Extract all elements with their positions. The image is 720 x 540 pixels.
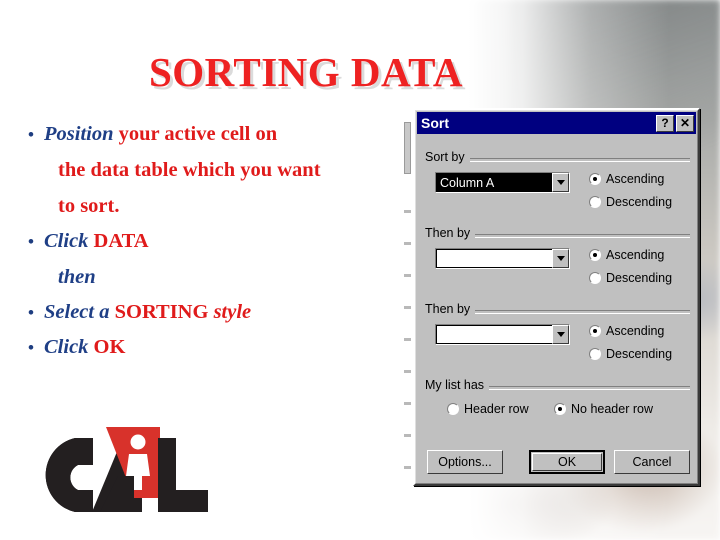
- radio-label: Ascending: [606, 172, 665, 186]
- ok-button-label: OK: [532, 453, 602, 471]
- bullet-list: • Position your active cell on the data …: [18, 117, 438, 365]
- scrollbar-remnant[interactable]: [404, 122, 411, 480]
- group-label: Then by: [425, 226, 476, 240]
- ok-button[interactable]: OK: [529, 450, 605, 474]
- group-then-by-2: Then by Ascending Descending: [425, 302, 690, 364]
- group-label: My list has: [425, 378, 490, 392]
- radio-indicator: [589, 173, 601, 185]
- group-then-by-1: Then by Ascending Descending: [425, 226, 690, 288]
- ruler-tick: [404, 402, 411, 405]
- radio-label: Descending: [606, 271, 673, 285]
- continuation-line: then: [58, 266, 96, 288]
- close-icon[interactable]: ✕: [676, 114, 694, 132]
- then-by-2-combo[interactable]: [435, 324, 570, 345]
- radio-indicator: [589, 249, 601, 261]
- list-item: • Select a SORTING style: [18, 295, 438, 330]
- chevron-down-icon[interactable]: [552, 249, 569, 268]
- radio-indicator: [589, 325, 601, 337]
- bullet-rest: your active cell on: [113, 123, 278, 145]
- bullet-rest: OK: [88, 336, 126, 358]
- radio-label: Header row: [464, 402, 529, 416]
- then-by-1-combo-value: [436, 249, 552, 268]
- cancel-button[interactable]: Cancel: [614, 450, 690, 474]
- ruler-tick: [404, 242, 411, 245]
- page-title: SORTING DATA: [148, 49, 463, 95]
- bullet-tail: style: [208, 301, 252, 323]
- bullet-text: Click OK: [44, 330, 438, 365]
- chevron-down-icon[interactable]: [552, 173, 569, 192]
- radio-label: Descending: [606, 347, 673, 361]
- bullet-glyph: •: [28, 338, 34, 357]
- cancel-button-label: Cancel: [632, 455, 672, 469]
- ruler-tick: [404, 466, 411, 469]
- then-by-1-ascending-radio[interactable]: Ascending: [589, 248, 664, 262]
- radio-label: No header row: [571, 402, 653, 416]
- options-button-label: Options...: [438, 455, 492, 469]
- ruler-tick: [404, 210, 411, 213]
- sort-by-descending-radio[interactable]: Descending: [589, 195, 672, 209]
- bullet-text: Select a SORTING style: [44, 295, 438, 330]
- bullet-rest: SORTING: [109, 301, 209, 323]
- list-item: • Click OK: [18, 330, 438, 365]
- help-icon[interactable]: ?: [656, 114, 674, 132]
- sort-by-ascending-radio[interactable]: Ascending: [589, 172, 664, 186]
- then-by-1-descending-radio[interactable]: Descending: [589, 271, 672, 285]
- list-item: • Click DATA: [18, 224, 438, 259]
- sort-by-combo-value: Column A: [436, 173, 552, 192]
- options-button[interactable]: Options...: [427, 450, 503, 474]
- bullet-glyph: •: [28, 303, 34, 322]
- radio-label: Ascending: [606, 324, 665, 338]
- ruler-tick: [404, 338, 411, 341]
- then-by-1-combo[interactable]: [435, 248, 570, 269]
- continuation-line: to sort.: [58, 195, 120, 217]
- header-row-radio[interactable]: Header row: [447, 402, 529, 416]
- sort-by-combo[interactable]: Column A: [435, 172, 570, 193]
- dialog-title: Sort: [421, 115, 449, 131]
- bullet-rest: DATA: [88, 230, 149, 252]
- bullet-glyph: •: [28, 125, 34, 144]
- scrollbar-thumb[interactable]: [404, 122, 411, 174]
- bullet-text: Position your active cell on: [44, 117, 438, 152]
- slide-canvas: SORTING DATA • Position your active cell…: [0, 0, 720, 540]
- bullet-lead: Click: [44, 336, 89, 358]
- bullet-text: Click DATA: [44, 224, 438, 259]
- radio-indicator: [589, 272, 601, 284]
- group-sort-by: Sort by Column A Ascending Descending: [425, 150, 690, 212]
- chevron-down-icon[interactable]: [552, 325, 569, 344]
- radio-indicator: [554, 403, 566, 415]
- radio-indicator: [447, 403, 459, 415]
- bullet-lead: Click: [44, 230, 89, 252]
- group-label: Then by: [425, 302, 476, 316]
- then-by-2-combo-value: [436, 325, 552, 344]
- cal-logo: [30, 420, 230, 520]
- continuation-line: the data table which you want: [58, 159, 321, 181]
- ruler-tick: [404, 274, 411, 277]
- bullet-lead: Position: [44, 123, 114, 145]
- ruler-tick: [404, 370, 411, 373]
- then-by-2-ascending-radio[interactable]: Ascending: [589, 324, 664, 338]
- dialog-titlebar[interactable]: Sort ? ✕: [417, 112, 696, 134]
- bullet-glyph: •: [28, 232, 34, 251]
- then-by-2-descending-radio[interactable]: Descending: [589, 347, 672, 361]
- radio-label: Ascending: [606, 248, 665, 262]
- cal-logo-icon: [45, 427, 208, 512]
- bullet-lead: Select a: [44, 301, 110, 323]
- sort-dialog: Sort ? ✕ Sort by Column A Ascending Desc…: [413, 108, 700, 486]
- radio-label: Descending: [606, 195, 673, 209]
- group-my-list-has: My list has Header row No header row: [425, 378, 690, 428]
- group-label: Sort by: [425, 150, 470, 164]
- no-header-row-radio[interactable]: No header row: [554, 402, 653, 416]
- ruler-tick: [404, 306, 411, 309]
- ruler-tick: [404, 434, 411, 437]
- radio-indicator: [589, 348, 601, 360]
- list-item: • Position your active cell on: [18, 117, 438, 152]
- radio-indicator: [589, 196, 601, 208]
